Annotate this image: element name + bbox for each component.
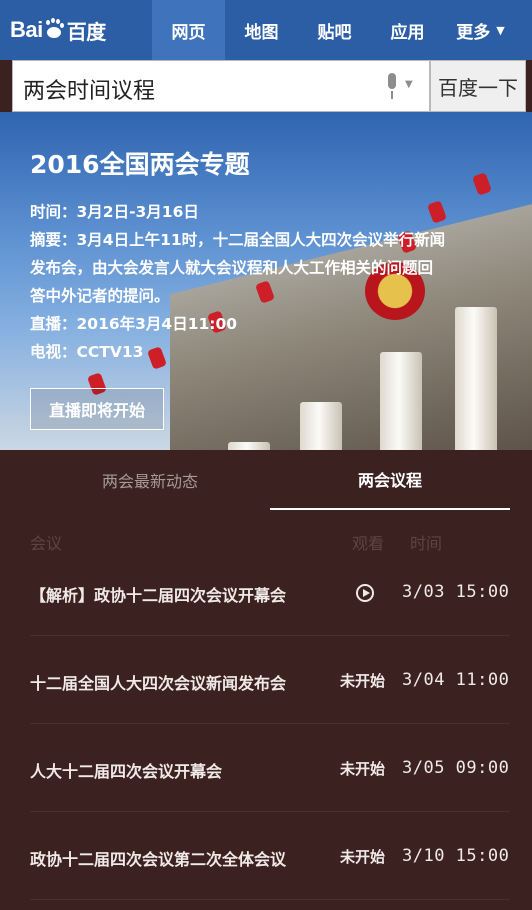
hero-title: 2016全国两会专题 <box>30 150 250 179</box>
search-input[interactable]: 两会时间议程 ▼ <box>12 60 430 112</box>
logo-text: Bai <box>10 17 43 42</box>
nav-tab-label: 应用 <box>390 22 425 43</box>
hero-time: 时间：3月2日-3月16日 <box>30 203 199 221</box>
mic-dropdown-icon[interactable]: ▼ <box>405 79 413 90</box>
hero-summary-line: 摘要：3月4日上午11时，十二届全国人大四次会议举行新闻 <box>30 231 446 249</box>
microphone-icon[interactable] <box>383 73 401 101</box>
nav-tab-web[interactable]: 网页 <box>152 0 225 60</box>
hero-tv-channel: 电视：CCTV13 <box>30 343 144 361</box>
table-row[interactable]: 十二届全国人大四次会议新闻发布会 未开始 3/04 11:00 <box>30 636 510 724</box>
meeting-time: 3/10 15:00 <box>402 846 510 866</box>
paw-icon <box>45 20 63 39</box>
chevron-down-icon: ▼ <box>496 23 505 37</box>
live-button[interactable]: 直播即将开始 <box>30 388 164 430</box>
table-row[interactable]: 政协十二届四次会议第二次全体会议 未开始 3/10 15:00 <box>30 812 510 900</box>
nav-tab-apps[interactable]: 应用 <box>371 0 444 60</box>
top-nav: 网页 地图 贴吧 应用 更多 ▼ <box>152 0 517 60</box>
logo-text-cn: 百度 <box>66 19 107 44</box>
meeting-time: 3/05 09:00 <box>402 758 510 778</box>
nav-tab-label: 贴吧 <box>317 22 352 43</box>
hero-content: 2016全国两会专题 时间：3月2日-3月16日 摘要：3月4日上午11时，十二… <box>30 150 510 366</box>
meeting-time: 3/04 11:00 <box>402 670 510 690</box>
nav-tab-label: 网页 <box>171 22 206 43</box>
meeting-name: 人大十二届四次会议开幕会 <box>30 762 223 781</box>
agenda-table: 【解析】政协十二届四次会议开幕会 3/03 15:00 十二届全国人大四次会议新… <box>30 548 510 900</box>
nav-tab-label: 更多 <box>456 22 491 43</box>
column-decoration <box>300 402 342 450</box>
hero-summary-line: 答中外记者的提问。 <box>30 287 170 305</box>
search-query: 两会时间议程 <box>23 79 156 104</box>
column-decoration <box>228 442 270 450</box>
content-tabs: 两会最新动态 两会议程 <box>30 450 510 510</box>
play-icon[interactable] <box>356 584 374 602</box>
meeting-name: 政协十二届四次会议第二次全体会议 <box>30 850 287 869</box>
watch-status: 未开始 <box>340 672 386 690</box>
baidu-logo[interactable]: Bai 百度 <box>10 15 106 45</box>
hero-summary-line: 发布会，由大会发言人就大会议程和人大工作相关的问题回 <box>30 259 434 277</box>
meeting-time: 3/03 15:00 <box>402 582 510 602</box>
table-row[interactable]: 人大十二届四次会议开幕会 未开始 3/05 09:00 <box>30 724 510 812</box>
hero-live-time: 直播：2016年3月4日11:00 <box>30 315 238 333</box>
hero-banner: 2016全国两会专题 时间：3月2日-3月16日 摘要：3月4日上午11时，十二… <box>0 112 532 450</box>
app-frame: Bai 百度 网页 地图 贴吧 应用 更多 ▼ 两会时间议程 ▼ 百度一下 20… <box>0 0 532 910</box>
table-row[interactable]: 【解析】政协十二届四次会议开幕会 3/03 15:00 <box>30 548 510 636</box>
nav-tab-map[interactable]: 地图 <box>225 0 298 60</box>
column-decoration <box>380 352 422 450</box>
tab-latest-news[interactable]: 两会最新动态 <box>30 450 270 510</box>
meeting-name: 【解析】政协十二届四次会议开幕会 <box>30 586 287 605</box>
top-bar: Bai 百度 网页 地图 贴吧 应用 更多 ▼ <box>0 0 532 60</box>
search-bar: 两会时间议程 ▼ 百度一下 <box>12 60 526 112</box>
nav-tab-more[interactable]: 更多 ▼ <box>444 0 517 60</box>
meeting-name: 十二届全国人大四次会议新闻发布会 <box>30 674 287 693</box>
nav-tab-tieba[interactable]: 贴吧 <box>298 0 371 60</box>
nav-tab-label: 地图 <box>244 22 279 43</box>
watch-status: 未开始 <box>340 760 386 778</box>
search-button[interactable]: 百度一下 <box>430 60 526 112</box>
watch-status: 未开始 <box>340 848 386 866</box>
tab-agenda[interactable]: 两会议程 <box>270 450 510 510</box>
